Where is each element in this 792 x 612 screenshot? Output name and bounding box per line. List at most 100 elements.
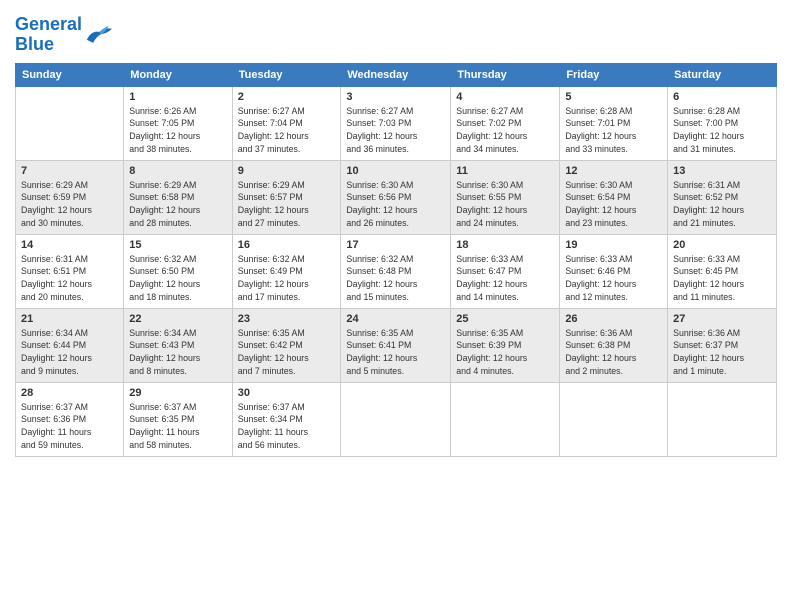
calendar-cell: 10 Sunrise: 6:30 AMSunset: 6:56 PMDayligh…	[341, 160, 451, 234]
day-number: 8	[129, 165, 226, 177]
day-info: Sunrise: 6:33 AMSunset: 6:47 PMDaylight:…	[456, 253, 554, 304]
weekday-header-tuesday: Tuesday	[232, 63, 341, 86]
calendar-cell: 1 Sunrise: 6:26 AMSunset: 7:05 PMDaylight…	[124, 86, 232, 160]
calendar-cell	[341, 382, 451, 456]
day-number: 19	[565, 239, 662, 251]
calendar-table: SundayMondayTuesdayWednesdayThursdayFrid…	[15, 63, 777, 457]
day-number: 5	[565, 91, 662, 103]
day-info: Sunrise: 6:27 AMSunset: 7:03 PMDaylight:…	[346, 105, 445, 156]
day-info: Sunrise: 6:32 AMSunset: 6:48 PMDaylight:…	[346, 253, 445, 304]
logo-text: GeneralBlue	[15, 15, 82, 55]
day-info: Sunrise: 6:37 AMSunset: 6:35 PMDaylight:…	[129, 401, 226, 452]
day-number: 27	[673, 313, 771, 325]
calendar-cell: 25Sunrise: 6:35 AMSunset: 6:39 PMDayligh…	[451, 308, 560, 382]
day-info: Sunrise: 6:30 AMSunset: 6:56 PMDaylight:…	[346, 179, 445, 230]
calendar-cell: 18 Sunrise: 6:33 AMSunset: 6:47 PMDayligh…	[451, 234, 560, 308]
calendar-cell: 8 Sunrise: 6:29 AMSunset: 6:58 PMDaylight…	[124, 160, 232, 234]
calendar-cell: 26Sunrise: 6:36 AMSunset: 6:38 PMDayligh…	[560, 308, 668, 382]
day-info: Sunrise: 6:32 AMSunset: 6:49 PMDaylight:…	[238, 253, 336, 304]
day-number: 23	[238, 313, 336, 325]
day-number: 17	[346, 239, 445, 251]
day-info: Sunrise: 6:36 AMSunset: 6:37 PMDaylight:…	[673, 327, 771, 378]
calendar-cell: 15 Sunrise: 6:32 AMSunset: 6:50 PMDayligh…	[124, 234, 232, 308]
day-number: 21	[21, 313, 118, 325]
day-info: Sunrise: 6:35 AMSunset: 6:41 PMDaylight:…	[346, 327, 445, 378]
day-info: Sunrise: 6:29 AMSunset: 6:58 PMDaylight:…	[129, 179, 226, 230]
day-number: 30	[238, 387, 336, 399]
week-row-4: 21 Sunrise: 6:34 AMSunset: 6:44 PMDayligh…	[16, 308, 777, 382]
day-number: 10	[346, 165, 445, 177]
calendar-cell: 9Sunrise: 6:29 AMSunset: 6:57 PMDaylight…	[232, 160, 341, 234]
logo-bird-icon	[85, 24, 113, 46]
calendar-cell: 12Sunrise: 6:30 AMSunset: 6:54 PMDayligh…	[560, 160, 668, 234]
calendar-cell: 28Sunrise: 6:37 AMSunset: 6:36 PMDayligh…	[16, 382, 124, 456]
calendar-cell: 29Sunrise: 6:37 AMSunset: 6:35 PMDayligh…	[124, 382, 232, 456]
calendar-cell: 22 Sunrise: 6:34 AMSunset: 6:43 PMDayligh…	[124, 308, 232, 382]
day-number: 11	[456, 165, 554, 177]
week-row-2: 7 Sunrise: 6:29 AMSunset: 6:59 PMDaylight…	[16, 160, 777, 234]
day-info: Sunrise: 6:35 AMSunset: 6:39 PMDaylight:…	[456, 327, 554, 378]
calendar-cell: 4 Sunrise: 6:27 AMSunset: 7:02 PMDaylight…	[451, 86, 560, 160]
calendar-cell: 3 Sunrise: 6:27 AMSunset: 7:03 PMDaylight…	[341, 86, 451, 160]
day-info: Sunrise: 6:32 AMSunset: 6:50 PMDaylight:…	[129, 253, 226, 304]
weekday-header-thursday: Thursday	[451, 63, 560, 86]
day-info: Sunrise: 6:34 AMSunset: 6:44 PMDaylight:…	[21, 327, 118, 378]
day-info: Sunrise: 6:33 AMSunset: 6:46 PMDaylight:…	[565, 253, 662, 304]
calendar-cell	[16, 86, 124, 160]
calendar-cell: 2Sunrise: 6:27 AMSunset: 7:04 PMDaylight…	[232, 86, 341, 160]
weekday-header-friday: Friday	[560, 63, 668, 86]
calendar-cell	[451, 382, 560, 456]
day-number: 16	[238, 239, 336, 251]
day-info: Sunrise: 6:33 AMSunset: 6:45 PMDaylight:…	[673, 253, 771, 304]
day-info: Sunrise: 6:29 AMSunset: 6:59 PMDaylight:…	[21, 179, 118, 230]
header: GeneralBlue	[15, 10, 777, 55]
weekday-header-wednesday: Wednesday	[341, 63, 451, 86]
day-info: Sunrise: 6:31 AMSunset: 6:51 PMDaylight:…	[21, 253, 118, 304]
day-number: 15	[129, 239, 226, 251]
day-number: 7	[21, 165, 118, 177]
calendar-cell: 27 Sunrise: 6:36 AMSunset: 6:37 PMDayligh…	[668, 308, 777, 382]
calendar-cell	[668, 382, 777, 456]
day-number: 18	[456, 239, 554, 251]
calendar-cell: 19 Sunrise: 6:33 AMSunset: 6:46 PMDayligh…	[560, 234, 668, 308]
day-info: Sunrise: 6:30 AMSunset: 6:55 PMDaylight:…	[456, 179, 554, 230]
weekday-header-sunday: Sunday	[16, 63, 124, 86]
day-info: Sunrise: 6:26 AMSunset: 7:05 PMDaylight:…	[129, 105, 226, 156]
calendar-cell	[560, 382, 668, 456]
day-number: 2	[238, 91, 336, 103]
calendar-cell: 14 Sunrise: 6:31 AMSunset: 6:51 PMDayligh…	[16, 234, 124, 308]
day-info: Sunrise: 6:34 AMSunset: 6:43 PMDaylight:…	[129, 327, 226, 378]
calendar-cell: 7 Sunrise: 6:29 AMSunset: 6:59 PMDaylight…	[16, 160, 124, 234]
day-info: Sunrise: 6:35 AMSunset: 6:42 PMDaylight:…	[238, 327, 336, 378]
weekday-header-row: SundayMondayTuesdayWednesdayThursdayFrid…	[16, 63, 777, 86]
day-number: 4	[456, 91, 554, 103]
day-info: Sunrise: 6:28 AMSunset: 7:01 PMDaylight:…	[565, 105, 662, 156]
day-number: 14	[21, 239, 118, 251]
weekday-header-monday: Monday	[124, 63, 232, 86]
day-info: Sunrise: 6:27 AMSunset: 7:02 PMDaylight:…	[456, 105, 554, 156]
calendar-cell: 21 Sunrise: 6:34 AMSunset: 6:44 PMDayligh…	[16, 308, 124, 382]
day-number: 1	[129, 91, 226, 103]
day-number: 24	[346, 313, 445, 325]
day-info: Sunrise: 6:37 AMSunset: 6:34 PMDaylight:…	[238, 401, 336, 452]
day-info: Sunrise: 6:37 AMSunset: 6:36 PMDaylight:…	[21, 401, 118, 452]
calendar-cell: 11 Sunrise: 6:30 AMSunset: 6:55 PMDayligh…	[451, 160, 560, 234]
logo: GeneralBlue	[15, 15, 113, 55]
week-row-5: 28Sunrise: 6:37 AMSunset: 6:36 PMDayligh…	[16, 382, 777, 456]
calendar-cell: 13 Sunrise: 6:31 AMSunset: 6:52 PMDayligh…	[668, 160, 777, 234]
day-number: 3	[346, 91, 445, 103]
day-number: 9	[238, 165, 336, 177]
day-info: Sunrise: 6:28 AMSunset: 7:00 PMDaylight:…	[673, 105, 771, 156]
calendar-cell: 30 Sunrise: 6:37 AMSunset: 6:34 PMDayligh…	[232, 382, 341, 456]
page-container: GeneralBlue SundayMondayTuesdayWednesday…	[0, 0, 792, 467]
calendar-cell: 5 Sunrise: 6:28 AMSunset: 7:01 PMDaylight…	[560, 86, 668, 160]
calendar-cell: 24 Sunrise: 6:35 AMSunset: 6:41 PMDayligh…	[341, 308, 451, 382]
day-number: 13	[673, 165, 771, 177]
calendar-cell: 17 Sunrise: 6:32 AMSunset: 6:48 PMDayligh…	[341, 234, 451, 308]
day-number: 22	[129, 313, 226, 325]
weekday-header-saturday: Saturday	[668, 63, 777, 86]
week-row-1: 1 Sunrise: 6:26 AMSunset: 7:05 PMDaylight…	[16, 86, 777, 160]
day-info: Sunrise: 6:31 AMSunset: 6:52 PMDaylight:…	[673, 179, 771, 230]
day-number: 20	[673, 239, 771, 251]
day-info: Sunrise: 6:36 AMSunset: 6:38 PMDaylight:…	[565, 327, 662, 378]
